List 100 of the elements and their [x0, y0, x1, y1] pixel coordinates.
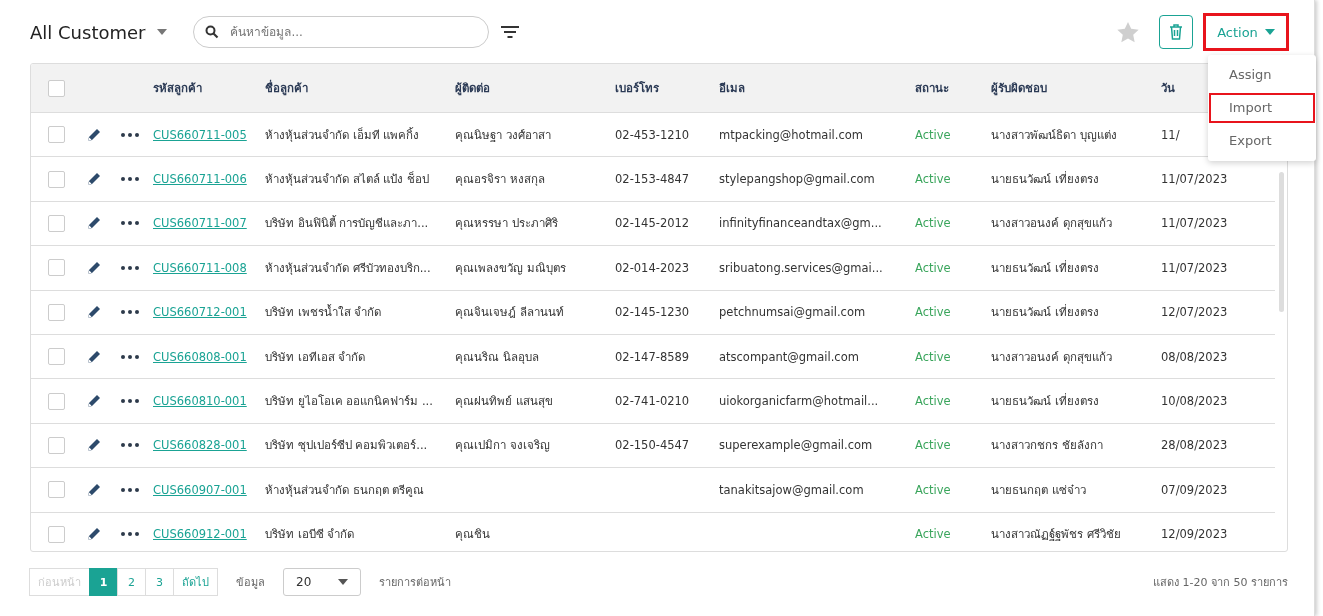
view-selector[interactable]: All Customer [30, 21, 168, 43]
menu-item[interactable]: Assign [1209, 60, 1315, 90]
table-cell: นายธนวัฒน์ เที่ยงตรง [991, 172, 1099, 187]
pencil-icon[interactable] [86, 171, 102, 188]
more-icon[interactable] [121, 221, 139, 226]
checkbox[interactable] [47, 126, 65, 144]
next-button[interactable]: ถัดไป [173, 568, 218, 596]
table-cell: นางสาวอนงค์ ดุกสุขแก้ว [991, 216, 1112, 231]
table-cell: นางสาวณัฏฐ์ฐพัชร ศรีวิชัย [991, 527, 1121, 542]
menu-item[interactable]: Export [1209, 126, 1315, 156]
table-cell: 11/ [1161, 127, 1180, 142]
table-cell: atscompant@gmail.com [719, 349, 859, 364]
table-cell: 11/07/2023 [1161, 216, 1228, 231]
customer-code-link[interactable]: CUS660711-008 [153, 260, 247, 275]
action-button[interactable]: Action [1203, 13, 1289, 51]
pencil-icon[interactable] [86, 304, 102, 321]
table-cell: นายธนวัฒน์ เที่ยงตรง [991, 305, 1099, 320]
status-text: Active [915, 172, 951, 187]
table-cell: นายธนวัฒน์ เที่ยงตรง [991, 260, 1099, 275]
table-cell: 11/07/2023 [1161, 172, 1228, 187]
table-cell: นางสาวพัฒน์ธิดา บุญแต่ง [991, 127, 1117, 142]
pencil-icon[interactable] [86, 526, 102, 543]
pencil-icon[interactable] [86, 126, 102, 143]
table-cell: ห้างหุ้นส่วนจำกัด สไตล์ แป้ง ช็อป [265, 172, 429, 187]
column-header: รหัสลูกค้า [153, 81, 202, 95]
checkbox[interactable] [47, 79, 65, 97]
pencil-icon[interactable] [86, 348, 102, 365]
more-icon[interactable] [121, 177, 139, 182]
more-icon[interactable] [121, 310, 139, 315]
checkbox[interactable] [47, 525, 65, 543]
table-cell: 02-014-2023 [615, 260, 690, 275]
customer-code-link[interactable]: CUS660828-001 [153, 438, 247, 453]
checkbox[interactable] [47, 214, 65, 232]
checkbox[interactable] [47, 170, 65, 188]
table-cell: petchnumsai@gmail.com [719, 305, 866, 320]
table-cell: 12/09/2023 [1161, 527, 1228, 542]
table-cell: คุณจินเจษฎ์ ลีลานนท์ [455, 305, 564, 320]
page-button[interactable]: 2 [117, 568, 146, 596]
table-cell: คุณชิน [455, 527, 490, 542]
checkbox[interactable] [47, 303, 65, 321]
column-header: วัน [1161, 81, 1175, 95]
table-cell: tanakitsajow@gmail.com [719, 482, 864, 497]
more-icon[interactable] [121, 132, 139, 137]
customer-code-link[interactable]: CUS660808-001 [153, 349, 247, 364]
checkbox[interactable] [47, 348, 65, 366]
table-cell: คุณเพลงขวัญ มณิบุตร [455, 260, 566, 275]
filter-icon[interactable] [501, 26, 520, 38]
customer-code-link[interactable]: CUS660712-001 [153, 305, 247, 320]
delete-button[interactable] [1159, 15, 1193, 49]
pencil-icon[interactable] [86, 215, 102, 232]
table-cell: 02-453-1210 [615, 127, 690, 142]
menu-item[interactable]: Import [1209, 93, 1315, 123]
table-cell: ห้างหุ้นส่วนจำกัด เอ็มที แพคกิ้ง [265, 127, 420, 142]
customer-code-link[interactable]: CUS660711-005 [153, 127, 247, 142]
column-header: ชื่อลูกค้า [265, 81, 308, 95]
customer-code-link[interactable]: CUS660711-007 [153, 216, 247, 231]
more-icon[interactable] [121, 532, 139, 537]
more-icon[interactable] [121, 265, 139, 270]
more-icon[interactable] [121, 443, 139, 448]
status-text: Active [915, 438, 951, 453]
status-text: Active [915, 482, 951, 497]
checkbox[interactable] [47, 259, 65, 277]
table-cell: superexample@gmail.com [719, 438, 873, 453]
table-cell: sribuatong.services@gmai... [719, 260, 883, 275]
more-icon[interactable] [121, 354, 139, 359]
more-icon[interactable] [121, 487, 139, 492]
checkbox[interactable] [47, 481, 65, 499]
star-icon[interactable] [1117, 21, 1139, 43]
page-button[interactable]: 1 [89, 568, 118, 596]
customer-code-link[interactable]: CUS660912-001 [153, 527, 247, 542]
checkbox[interactable] [47, 436, 65, 454]
table-cell: บริษัท เพชรน้ำใส จำกัด [265, 305, 382, 320]
pencil-icon[interactable] [86, 481, 102, 498]
status-text: Active [915, 394, 951, 409]
page-button[interactable]: 3 [145, 568, 174, 596]
table-cell: บริษัท เอทีเอส จำกัด [265, 349, 366, 364]
trash-icon [1169, 24, 1183, 40]
table-cell: คุณนริณ นิลอุบล [455, 349, 539, 364]
customer-code-link[interactable]: CUS660711-006 [153, 172, 247, 187]
pencil-icon[interactable] [86, 259, 102, 276]
table-cell: คุณนิษฐา วงศ์อาสา [455, 127, 551, 142]
table-cell: บริษัท เอบีซี จำกัด [265, 527, 355, 542]
table-cell: นายธนวัฒน์ เที่ยงตรง [991, 394, 1099, 409]
checkbox[interactable] [47, 392, 65, 410]
pencil-icon[interactable] [86, 393, 102, 410]
table-cell: คุณฝนทิพย์ แสนสุข [455, 394, 553, 409]
search-field[interactable]: ค้นหาข้อมูล... [193, 16, 490, 48]
page-size-select[interactable]: 20 [283, 568, 361, 596]
table-cell: นางสาวอนงค์ ดุกสุขแก้ว [991, 349, 1112, 364]
scrollbar[interactable] [1279, 172, 1284, 312]
table-cell: 02-741-0210 [615, 394, 690, 409]
table-cell: บริษัท ซุปเปอร์ซีป คอมพิวเตอร์... [265, 438, 428, 453]
status-text: Active [915, 260, 951, 275]
pencil-icon[interactable] [86, 437, 102, 454]
more-icon[interactable] [121, 399, 139, 404]
table-cell: 02-147-8589 [615, 349, 690, 364]
page-size-label: ข้อมูล [236, 575, 265, 591]
table-cell: 02-145-2012 [615, 216, 690, 231]
customer-code-link[interactable]: CUS660810-001 [153, 394, 247, 409]
customer-code-link[interactable]: CUS660907-001 [153, 482, 247, 497]
